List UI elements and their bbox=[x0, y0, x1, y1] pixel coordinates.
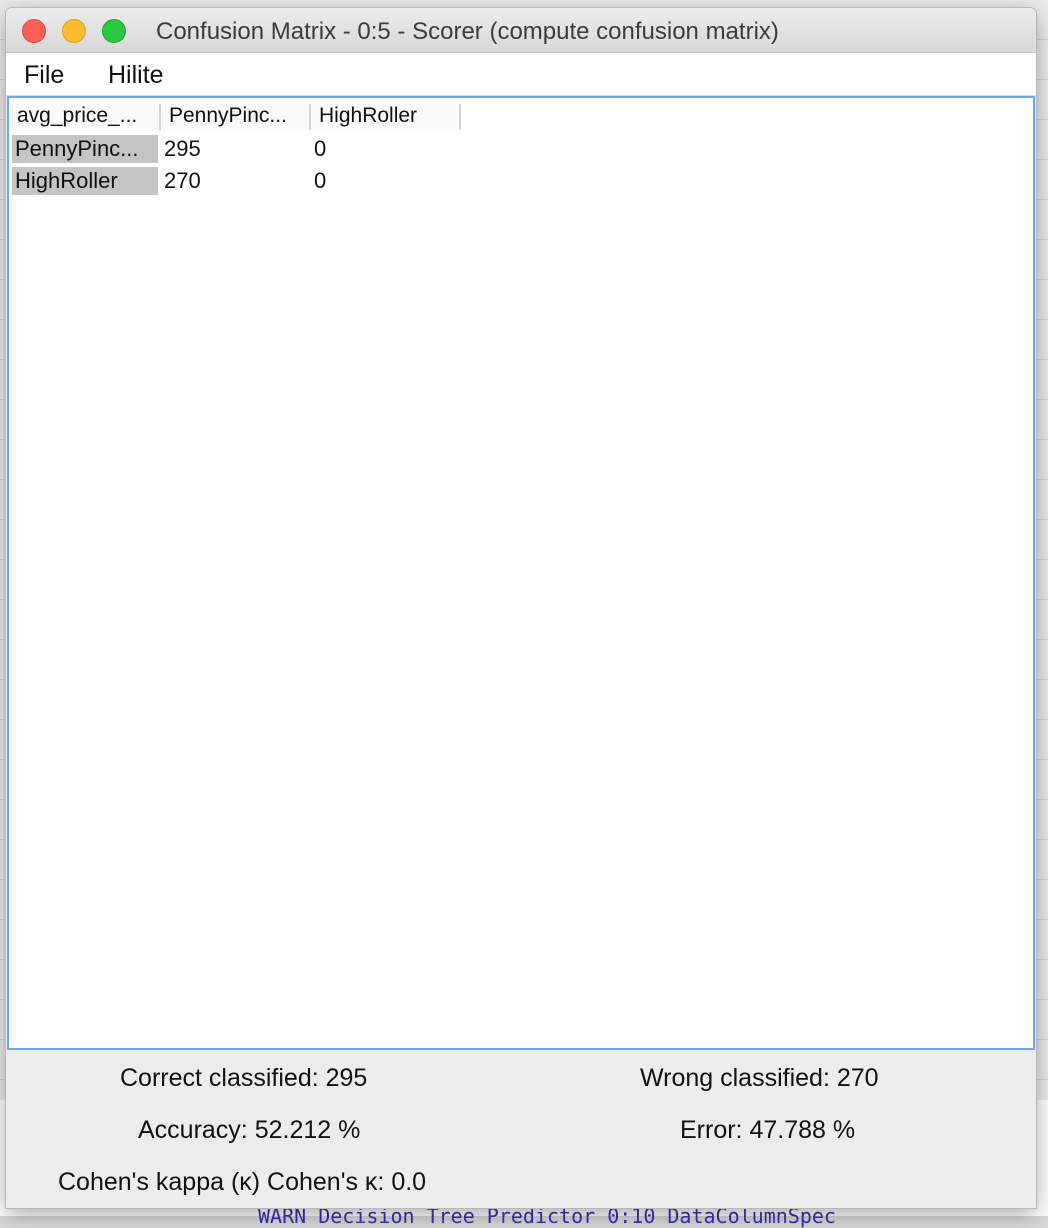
title-bar[interactable]: Confusion Matrix - 0:5 - Scorer (compute… bbox=[6, 8, 1036, 53]
row-header-highroller[interactable]: HighRoller bbox=[12, 167, 158, 195]
window-title: Confusion Matrix - 0:5 - Scorer (compute… bbox=[156, 18, 779, 45]
statistics-panel: Correct classified: 295 Wrong classified… bbox=[6, 1050, 1036, 1208]
zoom-window-button[interactable] bbox=[102, 19, 126, 43]
table-cell[interactable]: 295 bbox=[164, 135, 201, 163]
close-window-button[interactable] bbox=[22, 19, 46, 43]
wrong-classified-label: Wrong classified: 270 bbox=[640, 1064, 879, 1092]
error-label: Error: 47.788 % bbox=[680, 1116, 856, 1144]
correct-classified-label: Correct classified: 295 bbox=[120, 1064, 368, 1092]
confusion-matrix-window: Confusion Matrix - 0:5 - Scorer (compute… bbox=[6, 8, 1036, 1208]
cohens-kappa-label: Cohen's kappa (κ) Cohen's κ: 0.0 bbox=[58, 1168, 427, 1196]
menu-hilite[interactable]: Hilite bbox=[108, 61, 164, 90]
column-header-pennypincher[interactable]: PennyPinc... bbox=[161, 104, 311, 130]
confusion-matrix-table[interactable]: avg_price_... PennyPinc... HighRoller Pe… bbox=[7, 96, 1035, 1050]
accuracy-label: Accuracy: 52.212 % bbox=[138, 1116, 361, 1144]
minimize-window-button[interactable] bbox=[62, 19, 86, 43]
menu-file[interactable]: File bbox=[24, 61, 64, 90]
column-header-highroller[interactable]: HighRoller bbox=[311, 104, 461, 130]
table-cell[interactable]: 0 bbox=[314, 135, 326, 163]
row-header-pennypincher[interactable]: PennyPinc... bbox=[12, 135, 158, 163]
column-header-actual[interactable]: avg_price_... bbox=[9, 104, 161, 130]
table-cell[interactable]: 0 bbox=[314, 167, 326, 195]
menu-bar: File Hilite bbox=[6, 53, 1036, 96]
table-cell[interactable]: 270 bbox=[164, 167, 201, 195]
